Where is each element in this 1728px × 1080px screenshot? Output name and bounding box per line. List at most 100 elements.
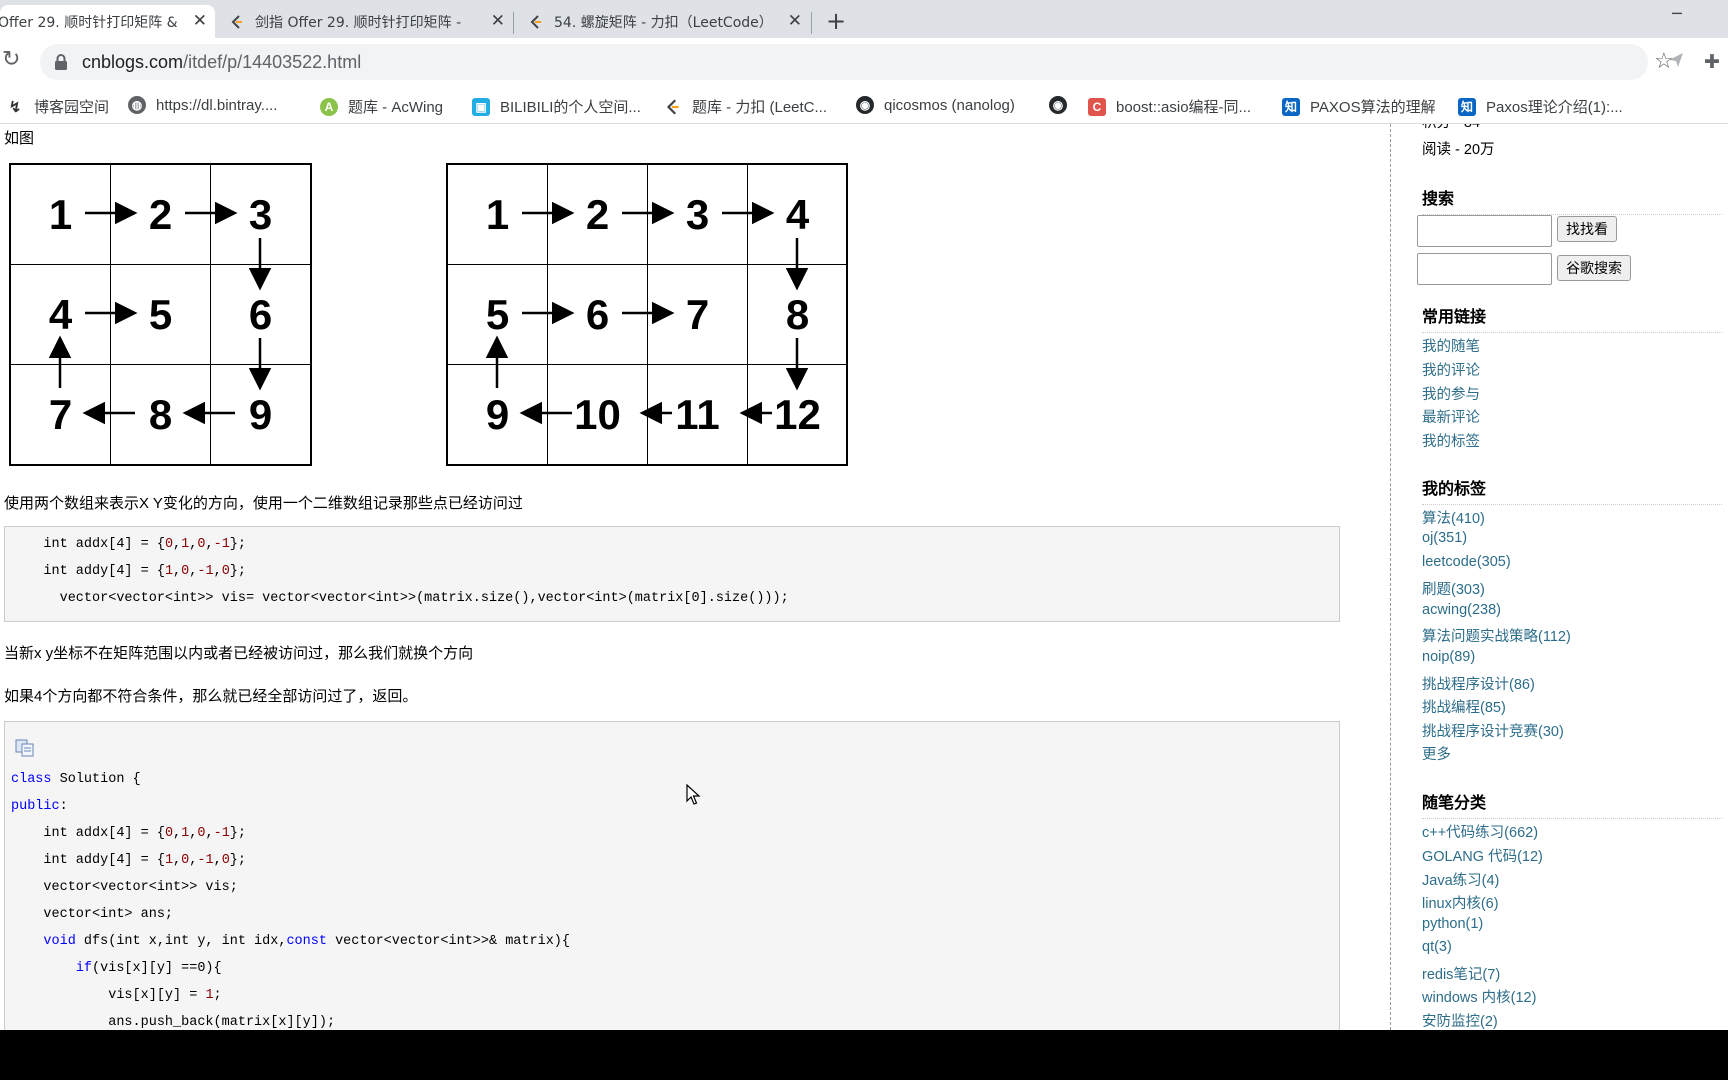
tag-link[interactable]: 刷题(303) bbox=[1422, 578, 1485, 599]
category-link[interactable]: redis笔记(7) bbox=[1422, 963, 1500, 984]
extension-icon[interactable] bbox=[1666, 50, 1686, 70]
link-latest-comments[interactable]: 最新评论 bbox=[1422, 406, 1480, 427]
code-line: vis[x][y] = 1; bbox=[11, 988, 222, 1003]
bookmark-label: 题库 - AcWing bbox=[348, 99, 444, 116]
stat-score: 积分 - 84 bbox=[1422, 124, 1480, 132]
bookmark-label: 博客园空间 bbox=[34, 99, 110, 116]
links-title: 常用链接 bbox=[1422, 303, 1722, 333]
globe-icon: ◍ bbox=[128, 96, 146, 114]
tag-link[interactable]: 挑战程序设计竞赛(30) bbox=[1422, 720, 1564, 741]
bilibili-icon: ▣ bbox=[472, 97, 490, 116]
tag-link[interactable]: oj(351) bbox=[1422, 530, 1467, 546]
link-my-comments[interactable]: 我的评论 bbox=[1422, 359, 1480, 380]
close-icon[interactable]: ✕ bbox=[193, 11, 207, 31]
category-link[interactable]: windows 内核(12) bbox=[1422, 986, 1536, 1007]
link-my-tags[interactable]: 我的标签 bbox=[1422, 430, 1480, 451]
search-title: 搜索 bbox=[1422, 185, 1722, 215]
category-link[interactable]: python(1) bbox=[1422, 916, 1483, 932]
leetcode-icon bbox=[231, 14, 242, 29]
search-button[interactable]: 找找看 bbox=[1557, 216, 1617, 242]
intro-text: 如图 bbox=[4, 130, 35, 147]
tag-link[interactable]: acwing(238) bbox=[1422, 602, 1501, 618]
code-line: ans.push_back(matrix[x][y]); bbox=[11, 1015, 336, 1030]
tab-title: Offer 29. 顺时针打印矩阵 & bbox=[0, 14, 178, 31]
tab-bar: Offer 29. 顺时针打印矩阵 & ✕ 剑指 Offer 29. 顺时针打印… bbox=[0, 0, 1728, 38]
tag-link[interactable]: 算法问题实战策略(112) bbox=[1422, 625, 1571, 646]
close-icon[interactable]: ✕ bbox=[491, 11, 505, 31]
web-page: 如图 123456789 123456789101112 bbox=[0, 124, 1728, 1030]
bookmark-label: BILIBILI的个人空间... bbox=[500, 99, 641, 116]
lock-icon[interactable] bbox=[54, 53, 68, 71]
puzzle-icon[interactable]: ✚ bbox=[1704, 51, 1720, 73]
bookmark-item[interactable]: ◉ qicosmos (nanolog) bbox=[856, 96, 1015, 114]
code-block-2: class Solution { public: int addx[4] = {… bbox=[4, 721, 1340, 1030]
new-tab-button[interactable]: + bbox=[826, 7, 846, 35]
tab-2[interactable]: 剑指 Offer 29. 顺时针打印矩阵 - ✕ bbox=[215, 5, 513, 38]
code-line: if(vis[x][y] ==0){ bbox=[75, 961, 222, 976]
close-icon[interactable]: ✕ bbox=[788, 11, 802, 31]
github-icon: ◉ bbox=[856, 96, 874, 114]
url-domain: cnblogs.com bbox=[82, 52, 184, 72]
category-link[interactable]: Java练习(4) bbox=[1422, 869, 1499, 890]
tag-link[interactable]: 挑战编程(85) bbox=[1422, 696, 1506, 717]
code-line: int addy[4] = {1,0,-1,0}; bbox=[11, 853, 246, 868]
mouse-cursor-icon bbox=[686, 784, 701, 805]
tag-link[interactable]: 算法(410) bbox=[1422, 507, 1485, 528]
bookmark-item[interactable]: 知 Paxos理论介绍(1):... bbox=[1458, 96, 1623, 117]
address-bar[interactable]: cnblogs.com/itdef/p/14403522.html ☆ bbox=[40, 44, 1674, 80]
link-my-posts[interactable]: 我的随笔 bbox=[1422, 335, 1480, 356]
bookmark-item[interactable]: 知 PAXOS算法的理解 bbox=[1282, 96, 1436, 117]
category-link[interactable]: linux内核(6) bbox=[1422, 892, 1499, 913]
bookmark-item[interactable]: ◉ bbox=[1049, 96, 1067, 114]
bookmark-label: https://dl.bintray.... bbox=[156, 96, 278, 114]
minimize-button[interactable]: ─ bbox=[1672, 4, 1682, 23]
code-line: int addy[4] = {1,0,-1,0}; bbox=[11, 564, 246, 579]
tag-link[interactable]: noip(89) bbox=[1422, 649, 1475, 665]
category-link[interactable]: c++代码练习(662) bbox=[1422, 821, 1538, 842]
code-line: int addx[4] = {0,1,0,-1}; bbox=[11, 826, 246, 841]
leetcode-icon bbox=[666, 98, 679, 115]
code-block-1: int addx[4] = {0,1,0,-1}; int addy[4] = … bbox=[4, 526, 1340, 622]
acwing-icon: A bbox=[320, 97, 338, 116]
link-my-participation[interactable]: 我的参与 bbox=[1422, 383, 1480, 404]
stat-reads: 阅读 - 20万 bbox=[1422, 142, 1495, 158]
copy-code-icon[interactable] bbox=[15, 739, 35, 757]
tags-more-link[interactable]: 更多 bbox=[1422, 743, 1451, 764]
category-link[interactable]: qt(3) bbox=[1422, 939, 1452, 955]
google-search-button[interactable]: 谷歌搜索 bbox=[1557, 255, 1631, 281]
zhihu-icon: 知 bbox=[1282, 97, 1300, 116]
paragraph-change-direction: 当新x y坐标不在矩阵范围以内或者已经被访问过，那么我们就换个方向 bbox=[4, 645, 474, 662]
bookmark-item[interactable]: ↯ 博客园空间 bbox=[6, 96, 109, 117]
tag-link[interactable]: 挑战程序设计(86) bbox=[1422, 673, 1535, 694]
bookmark-label: 题库 - 力扣 (LeetC... bbox=[692, 99, 828, 116]
category-link[interactable]: GOLANG 代码(12) bbox=[1422, 845, 1543, 866]
google-search-input[interactable] bbox=[1417, 253, 1552, 285]
category-link[interactable]: 安防监控(2) bbox=[1422, 1010, 1498, 1030]
bookmark-label: PAXOS算法的理解 bbox=[1310, 99, 1436, 116]
code-line: int addx[4] = {0,1,0,-1}; bbox=[11, 537, 246, 552]
screen-bottom-bar bbox=[0, 1030, 1728, 1080]
search-input[interactable] bbox=[1417, 215, 1552, 247]
url-path: /itdef/p/14403522.html bbox=[183, 52, 362, 72]
zhihu-icon: 知 bbox=[1458, 97, 1476, 116]
browser-toolbar: ↻ cnblogs.com/itdef/p/14403522.html ☆ ✚ bbox=[0, 38, 1728, 86]
code-line: void dfs(int x,int y, int idx,const vect… bbox=[43, 934, 571, 949]
bookmark-item[interactable]: 题库 - 力扣 (LeetC... bbox=[664, 96, 827, 117]
tag-link[interactable]: leetcode(305) bbox=[1422, 554, 1511, 570]
tab-title: 剑指 Offer 29. 顺时针打印矩阵 - bbox=[255, 14, 462, 31]
tab-3[interactable]: 54. 螺旋矩阵 - 力扣（LeetCode） ✕ bbox=[514, 5, 810, 38]
bookmark-label: qicosmos (nanolog) bbox=[884, 96, 1015, 114]
code-line: vector<vector<int>> vis; bbox=[11, 880, 238, 895]
reload-icon[interactable]: ↻ bbox=[2, 47, 20, 72]
bookmark-item[interactable]: ▣ BILIBILI的个人空间... bbox=[472, 96, 641, 117]
categories-title: 随笔分类 bbox=[1422, 789, 1722, 819]
code-line: public: bbox=[11, 799, 68, 814]
bookmark-item[interactable]: Cboost::asio编程-同... bbox=[1088, 96, 1251, 117]
article-body: 如图 123456789 123456789101112 bbox=[0, 124, 1340, 1030]
tab-active[interactable]: Offer 29. 顺时针打印矩阵 & ✕ bbox=[0, 5, 215, 38]
code-line: vector<int> ans; bbox=[11, 907, 174, 922]
bookmark-item[interactable]: ◍ https://dl.bintray.... bbox=[128, 96, 277, 114]
bookmark-item[interactable]: A 题库 - AcWing bbox=[320, 96, 443, 117]
url-text[interactable]: cnblogs.com/itdef/p/14403522.html bbox=[82, 52, 361, 73]
bookmark-label: Paxos理论介绍(1):... bbox=[1486, 99, 1623, 116]
